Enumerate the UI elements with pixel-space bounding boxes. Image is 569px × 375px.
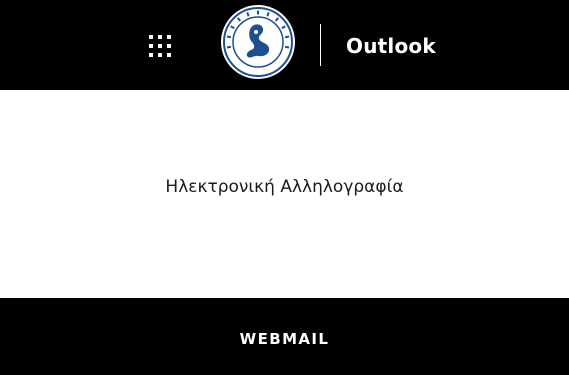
grid-dot bbox=[167, 35, 171, 39]
grid-dot bbox=[167, 44, 171, 48]
top-bar: Outlook bbox=[0, 0, 569, 90]
grid-dot bbox=[149, 35, 153, 39]
grid-dot bbox=[158, 44, 162, 48]
webmail-button[interactable]: WEBMAIL bbox=[0, 298, 569, 375]
seal-graphic bbox=[222, 6, 294, 78]
header-divider bbox=[320, 24, 321, 66]
main-content: Ηλεκτρονική Αλληλογραφία bbox=[0, 90, 569, 298]
page-title: Ηλεκτρονική Αλληλογραφία bbox=[165, 177, 404, 197]
grid-dot bbox=[167, 53, 171, 57]
seal-figure-detail bbox=[254, 30, 258, 34]
university-seal-logo[interactable] bbox=[221, 5, 295, 79]
grid-dot bbox=[158, 53, 162, 57]
grid-dot bbox=[149, 44, 153, 48]
app-launcher-grid-icon[interactable] bbox=[149, 35, 171, 57]
webmail-label: WEBMAIL bbox=[239, 330, 330, 348]
grid-dot bbox=[158, 35, 162, 39]
page-frame: Outlook Ηλεκτρονική Αλληλογραφία WEBMAIL bbox=[0, 0, 569, 375]
grid-dot bbox=[149, 53, 153, 57]
app-name-outlook[interactable]: Outlook bbox=[346, 33, 436, 59]
